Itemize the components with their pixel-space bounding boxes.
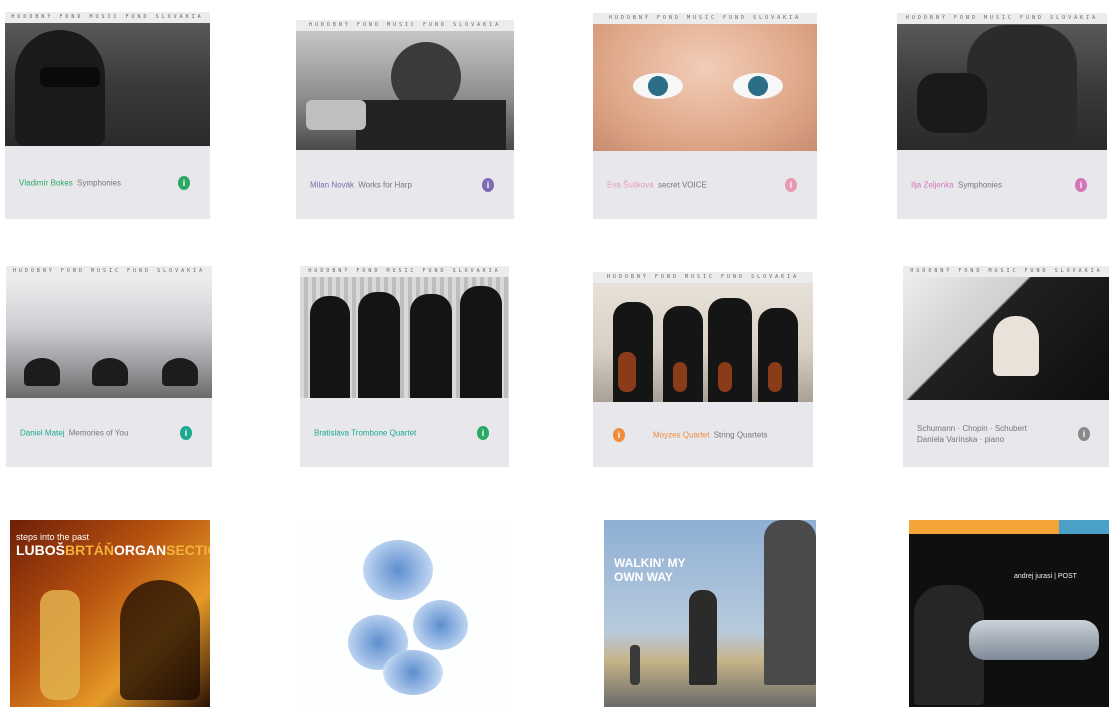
album-cover-zeljenka[interactable]: HUDOBNÝ FOND MUSIC FUND SLOVAKIA Ilja Ze… [897,13,1107,219]
label-badge-icon: i [785,178,797,192]
series-band: HUDOBNÝ FOND MUSIC FUND SLOVAKIA [296,20,514,31]
album-cover-bokes[interactable]: HUDOBNÝ FOND MUSIC FUND SLOVAKIA Vladimí… [5,12,210,219]
cover-caption: Ilja Zeljenka Symphonies [911,180,1002,189]
cover-photo [903,266,1109,400]
cover-caption: Milan Novák Works for Harp [310,180,412,189]
composer-name: Daniel Matej [20,428,65,437]
cover-photo [593,13,817,151]
cover-title: andrej jurasi | POST [1014,573,1077,580]
cover-footer: Eva Šušková secret VOICE i [593,151,817,219]
cover-title-line2: OWN WAY [614,570,673,584]
cover-subtitle: steps into the past [16,532,90,542]
cover-title-line1: WALKIN' MY [614,556,686,570]
album-cover-varinska[interactable]: HUDOBNÝ FOND MUSIC FUND SLOVAKIA Schuman… [903,266,1109,467]
cover-caption: Schumann · Chopin · Schubert Daniela Var… [917,423,1027,445]
series-band: HUDOBNÝ FOND MUSIC FUND SLOVAKIA [903,266,1109,277]
cover-title-part: SECTION [166,542,210,558]
cover-photo [897,13,1107,150]
cover-footer: Daniel Matej Memories of You i [6,398,212,467]
composer-name: Vladimír Bokes [19,178,73,187]
cover-photo [6,266,212,398]
cover-photo [593,272,813,402]
cover-title-part: BRTÁŇ [65,542,114,558]
label-badge-icon: i [482,177,494,192]
series-band: HUDOBNÝ FOND MUSIC FUND SLOVAKIA [897,13,1107,24]
album-cover-trombone-quartet[interactable]: HUDOBNÝ FOND MUSIC FUND SLOVAKIA Bratisl… [300,266,509,467]
album-title: Symphonies [77,178,122,187]
cover-photo [296,20,514,150]
series-band: HUDOBNÝ FOND MUSIC FUND SLOVAKIA [6,266,212,277]
album-gallery: HUDOBNÝ FOND MUSIC FUND SLOVAKIA Vladimí… [0,0,1109,707]
composer-name: Eva Šušková [607,180,654,190]
series-band: HUDOBNÝ FOND MUSIC FUND SLOVAKIA [5,12,210,23]
repertoire-line: Schumann · Chopin · Schubert [917,423,1027,433]
album-cover-novak[interactable]: HUDOBNÝ FOND MUSIC FUND SLOVAKIA Milan N… [296,20,514,219]
album-title: Works for Harp [358,180,412,189]
label-badge-icon: i [180,425,192,440]
album-cover-walkin-my-own-way[interactable]: WALKIN' MY OWN WAY [604,520,816,707]
series-band: HUDOBNÝ FOND MUSIC FUND SLOVAKIA [593,272,813,283]
label-badge-icon: i [1078,426,1090,441]
series-band: HUDOBNÝ FOND MUSIC FUND SLOVAKIA [300,266,509,277]
cover-footer: i Moyzes Quartet String Quartets [593,402,813,467]
cover-caption: Moyzes Quartet String Quartets [653,430,768,439]
album-title: String Quartets [713,430,768,439]
label-badge-icon: i [613,427,625,442]
album-cover-matej[interactable]: HUDOBNÝ FOND MUSIC FUND SLOVAKIA Daniel … [6,266,212,467]
album-cover-jurasi-post[interactable]: andrej jurasi | POST [909,520,1109,707]
cover-title-part: ORGAN [114,542,167,558]
cover-caption: Vladimír Bokes Symphonies [19,178,121,187]
label-badge-icon: i [477,425,489,440]
ensemble-name: Bratislava Trombone Quartet [314,428,417,437]
cover-caption: Daniel Matej Memories of You [20,428,128,437]
performer-line: Daniela Varínska · piano [917,434,1005,444]
album-cover-suskova[interactable]: HUDOBNÝ FOND MUSIC FUND SLOVAKIA Eva Šuš… [593,13,817,219]
cover-title-part: LUBOŠ [16,542,65,558]
cover-caption: Bratislava Trombone Quartet [314,428,418,437]
album-cover-brtan-organ-section[interactable]: steps into the past LUBOŠBRTÁŇORGANSECTI… [10,520,210,707]
label-badge-icon: i [178,175,190,190]
composer-name: Milan Novák [310,180,355,189]
album-title: Symphonies [957,180,1002,189]
cover-title: LUBOŠBRTÁŇORGANSECTION [16,542,210,558]
album-title: secret VOICE [657,180,707,190]
cover-photo [5,12,210,146]
cover-caption: Eva Šušková secret VOICE [607,181,707,190]
album-title: Memories of You [68,428,129,437]
composer-name: Ilja Zeljenka [911,180,954,189]
series-band: HUDOBNÝ FOND MUSIC FUND SLOVAKIA [593,13,817,24]
album-cover-blue-coral[interactable] [303,520,505,707]
cover-footer: Schumann · Chopin · Schubert Daniela Var… [903,400,1109,467]
cover-photo [300,266,509,398]
cover-footer: Bratislava Trombone Quartet i [300,398,509,467]
album-cover-moyzes-quartet[interactable]: HUDOBNÝ FOND MUSIC FUND SLOVAKIA i Moyze… [593,272,813,467]
cover-footer: Vladimír Bokes Symphonies i [5,146,210,219]
cover-footer: Ilja Zeljenka Symphonies i [897,150,1107,219]
ensemble-name: Moyzes Quartet [653,430,710,439]
label-badge-icon: i [1075,177,1087,192]
cover-footer: Milan Novák Works for Harp i [296,150,514,219]
